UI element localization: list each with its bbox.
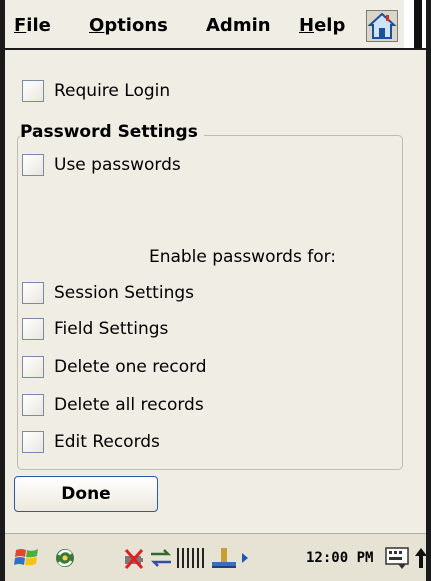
signal-icon[interactable] bbox=[176, 546, 206, 570]
delete-all-records-label: Delete all records bbox=[54, 395, 204, 415]
device-screen: File Options Admin Help Require Login Pa… bbox=[0, 0, 431, 581]
menu-file-rest: ile bbox=[26, 15, 51, 36]
edit-records-checkbox[interactable] bbox=[22, 431, 44, 453]
volume-icon[interactable] bbox=[240, 546, 250, 570]
delete-one-record-checkbox[interactable] bbox=[22, 356, 44, 378]
menu-help[interactable]: Help bbox=[299, 12, 345, 40]
require-login-label: Require Login bbox=[54, 81, 171, 101]
menu-help-rest: elp bbox=[314, 15, 346, 36]
frame-right-edge bbox=[426, 0, 431, 581]
menu-options[interactable]: Options bbox=[89, 12, 168, 40]
home-button[interactable] bbox=[366, 10, 398, 42]
usb-icon[interactable] bbox=[210, 546, 238, 570]
edit-records-label: Edit Records bbox=[54, 432, 160, 452]
start-icon[interactable] bbox=[14, 546, 40, 570]
menu-admin[interactable]: Admin bbox=[206, 12, 271, 40]
menu-file[interactable]: File bbox=[14, 12, 51, 40]
menu-options-accel: O bbox=[89, 15, 105, 36]
password-settings-title: Password Settings bbox=[20, 120, 204, 144]
enable-passwords-text: Enable passwords for: bbox=[148, 247, 337, 267]
home-icon bbox=[367, 12, 397, 39]
clock[interactable]: 12:00 PM bbox=[306, 547, 373, 569]
menu-help-accel: H bbox=[299, 15, 315, 36]
frame-left-edge bbox=[0, 0, 5, 581]
field-settings-label: Field Settings bbox=[54, 319, 169, 339]
done-button[interactable]: Done bbox=[14, 476, 158, 512]
battery-alert-icon[interactable] bbox=[122, 546, 146, 570]
use-passwords-label: Use passwords bbox=[54, 155, 181, 175]
sync-icon[interactable] bbox=[52, 546, 78, 570]
connection-icon[interactable] bbox=[148, 546, 174, 570]
taskbar: 12:00 PM bbox=[0, 533, 431, 581]
delete-one-record-label: Delete one record bbox=[54, 357, 207, 377]
menu-file-accel: F bbox=[14, 15, 27, 36]
field-settings-checkbox[interactable] bbox=[22, 318, 44, 340]
use-passwords-checkbox[interactable] bbox=[22, 154, 44, 176]
require-login-checkbox[interactable] bbox=[22, 80, 44, 102]
input-panel-icon[interactable] bbox=[384, 546, 412, 570]
session-settings-checkbox[interactable] bbox=[22, 282, 44, 304]
session-settings-label: Session Settings bbox=[54, 283, 194, 303]
menu-bar: File Options Admin Help bbox=[0, 0, 431, 50]
menu-admin-text: Admin bbox=[206, 15, 271, 36]
delete-all-records-checkbox[interactable] bbox=[22, 394, 44, 416]
menu-options-rest: ptions bbox=[104, 15, 168, 36]
